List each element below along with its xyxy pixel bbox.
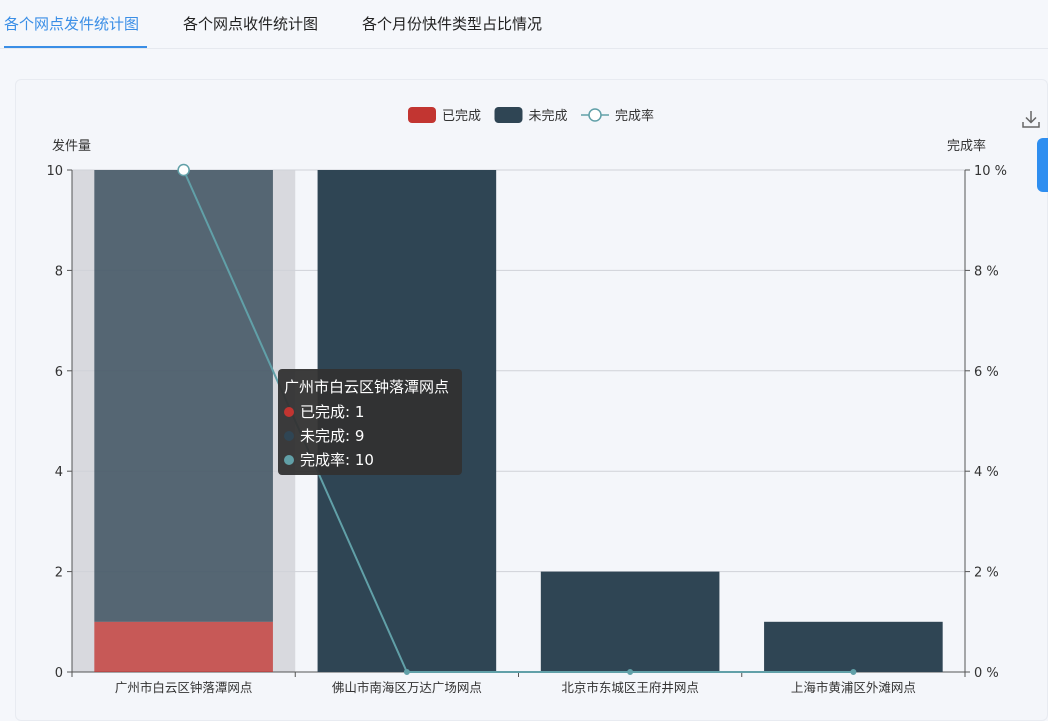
bar-0-已完成: [94, 621, 273, 672]
legend-label-0: 已完成: [442, 109, 481, 124]
side-panel-handle[interactable]: [1037, 138, 1048, 192]
line-point-1: [403, 669, 410, 675]
x-tick-label: 佛山市南海区万达广场网点: [332, 680, 482, 695]
y-tick-label: 2: [55, 566, 63, 581]
tooltip-row-rate: 完成率: 10: [284, 448, 456, 472]
y-right-tick-label: 8 %: [974, 264, 999, 279]
legend-swatch-1: [494, 107, 523, 123]
legend-label-2: 完成率: [615, 108, 654, 124]
y-right-tick-label: 4 %: [974, 465, 999, 480]
line-point-0: [177, 163, 190, 177]
legend-marker-2: [588, 108, 602, 122]
x-tick-label: 上海市黄浦区外滩网点: [791, 680, 916, 695]
y-tick-label: 10: [46, 164, 63, 179]
line-point-2: [627, 669, 634, 675]
chart: 0 2 4 6 8 10 0 % 2 % 4 % 6 % 8 % 10 % 发件量 完成率广州市白云区钟落…: [46, 107, 1007, 695]
y-axis-title: 发件量: [52, 138, 91, 154]
tooltip-dot-completed: [284, 407, 294, 417]
y-tick-label: 0: [55, 666, 63, 681]
tooltip-row-completed: 已完成: 1: [284, 400, 456, 424]
y-right-tick-label: 6 %: [974, 365, 999, 380]
y-right-axis-title: 完成率: [947, 138, 986, 154]
y-right-tick-label: 2 %: [974, 566, 999, 581]
bar-0-未完成: [94, 170, 273, 622]
tooltip-dot-uncompleted: [284, 431, 294, 441]
x-tick-label: 广州市白云区钟落潭网点: [115, 680, 253, 695]
bar-3-未完成: [764, 621, 943, 672]
download-icon[interactable]: [1020, 108, 1042, 130]
line-point-3: [850, 669, 857, 675]
x-tick-label: 北京市东城区王府井网点: [561, 680, 699, 695]
tooltip-dot-rate: [284, 455, 294, 465]
bar-2-未完成: [540, 571, 720, 672]
tooltip-title: 广州市白云区钟落潭网点: [284, 378, 450, 396]
legend-swatch-0: [408, 107, 436, 123]
y-tick-label: 4: [55, 465, 63, 480]
tooltip-row-uncompleted: 未完成: 9: [284, 424, 456, 448]
y-tick-label: 8: [55, 264, 63, 279]
y-right-tick-label: 0 %: [974, 666, 999, 681]
y-tick-label: 6: [55, 365, 63, 380]
y-right-tick-label: 10 %: [974, 164, 1007, 179]
chart-tooltip: 广州市白云区钟落潭网点 已完成: 1 未完成: 9 完成率: 10: [278, 369, 462, 475]
legend-label-1: 未完成: [529, 109, 568, 124]
